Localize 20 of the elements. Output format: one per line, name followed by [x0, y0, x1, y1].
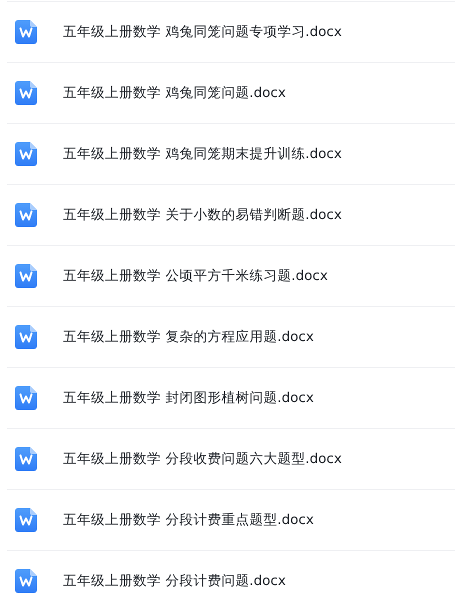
word-document-icon	[15, 142, 37, 166]
word-document-icon	[15, 203, 37, 227]
word-document-icon	[15, 508, 37, 532]
word-document-icon	[15, 386, 37, 410]
word-document-icon	[15, 569, 37, 593]
word-document-icon	[15, 20, 37, 44]
file-name[interactable]: 五年级上册数学 封闭图形植树问题.docx	[63, 389, 314, 407]
file-name[interactable]: 五年级上册数学 分段收费问题六大题型.docx	[63, 450, 342, 468]
word-document-icon	[15, 447, 37, 471]
file-name[interactable]: 五年级上册数学 复杂的方程应用题.docx	[63, 328, 314, 346]
file-name[interactable]: 五年级上册数学 分段计费问题.docx	[63, 572, 286, 590]
file-name[interactable]: 五年级上册数学 关于小数的易错判断题.docx	[63, 206, 342, 224]
file-name[interactable]: 五年级上册数学 公顷平方千米练习题.docx	[63, 267, 328, 285]
file-name[interactable]: 五年级上册数学 分段计费重点题型.docx	[63, 511, 314, 529]
word-document-icon	[15, 81, 37, 105]
file-name[interactable]: 五年级上册数学 鸡兔同笼期末提升训练.docx	[63, 145, 342, 163]
file-name[interactable]: 五年级上册数学 鸡兔同笼问题.docx	[63, 84, 286, 102]
word-document-icon	[15, 325, 37, 349]
file-name[interactable]: 五年级上册数学 鸡兔同笼问题专项学习.docx	[63, 23, 342, 41]
word-document-icon	[15, 264, 37, 288]
